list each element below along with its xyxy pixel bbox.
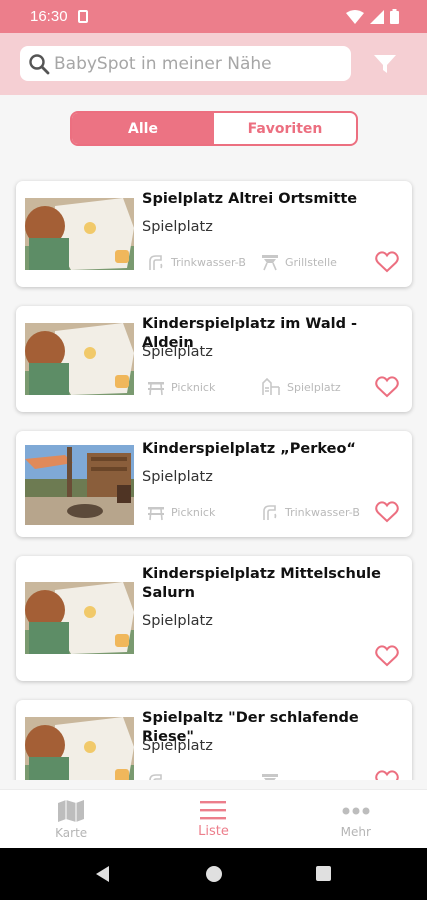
place-type: Spielplatz	[142, 738, 213, 754]
recents-icon[interactable]	[316, 866, 331, 881]
place-type: Spielplatz	[142, 219, 213, 235]
favorite-heart-icon[interactable]	[375, 376, 399, 398]
status-icons	[346, 9, 399, 24]
nav-map-label: Karte	[55, 825, 88, 840]
place-type: Spielplatz	[142, 344, 213, 360]
filter-icon	[374, 55, 396, 73]
picnic-table-icon	[148, 507, 164, 521]
feature-item: Trinkwasser-B	[261, 503, 360, 521]
place-thumbnail	[25, 198, 134, 270]
feature-item: Spielplatz	[261, 378, 341, 396]
feature-label: Trinkwasser-B	[171, 255, 246, 269]
feature-item: Trinkwasser-B	[147, 253, 246, 271]
place-title: Kinderspielplatz Mittelschule Salurn	[142, 566, 381, 601]
more-dots-icon	[342, 807, 370, 814]
feature-label: Picknick	[171, 505, 216, 519]
feature-item: Grillstelle	[261, 253, 337, 271]
nav-list-label: Liste	[198, 824, 229, 839]
feature-item	[261, 772, 279, 780]
favorite-heart-icon[interactable]	[375, 501, 399, 523]
feature-item: Picknick	[147, 503, 215, 521]
playground-icon	[262, 378, 280, 395]
feature-label: Grillstelle	[285, 255, 337, 269]
status-bar: 16:30	[0, 0, 427, 33]
place-type: Spielplatz	[142, 613, 213, 629]
home-icon[interactable]	[206, 866, 222, 882]
place-title: Kinderspielplatz „Perkeo“	[142, 441, 356, 457]
feature-label: Spielplatz	[287, 380, 341, 394]
place-card[interactable]: Kinderspielplatz im Wald - Aldein Spielp…	[16, 306, 412, 412]
place-card[interactable]: Kinderspielplatz Mittelschule Salurn Spi…	[16, 556, 412, 681]
place-title: Spielplatz Altrei Ortsmitte	[142, 191, 358, 207]
map-icon	[58, 799, 85, 822]
back-icon[interactable]	[96, 866, 109, 882]
list-menu-icon	[200, 801, 227, 820]
signal-icon	[370, 9, 384, 24]
place-card[interactable]: Spielpaltz "Der schlafende Riese" Spielp…	[16, 700, 412, 780]
wifi-icon	[346, 9, 364, 24]
tab-favorites[interactable]: Favoriten	[214, 113, 356, 144]
place-list: Spielplatz Altrei Ortsmitte Spielplatz T…	[0, 160, 427, 780]
favorite-heart-icon[interactable]	[375, 770, 399, 780]
grill-icon	[262, 255, 278, 271]
water-tap-icon	[149, 255, 163, 270]
tab-all[interactable]: Alle	[72, 113, 214, 144]
place-thumbnail	[25, 445, 134, 525]
place-type: Spielplatz	[142, 469, 213, 485]
search-header	[0, 33, 427, 95]
water-tap-icon	[263, 505, 277, 520]
bottom-navigation: Karte Liste Mehr	[0, 789, 427, 848]
nav-list[interactable]: Liste	[142, 790, 284, 848]
place-thumbnail	[25, 323, 134, 395]
status-time: 16:30	[30, 8, 68, 25]
place-card[interactable]: Spielplatz Altrei Ortsmitte Spielplatz T…	[16, 181, 412, 287]
picnic-table-icon	[148, 382, 164, 396]
search-icon	[29, 53, 50, 74]
search-box[interactable]	[20, 46, 351, 81]
battery-icon	[390, 9, 399, 24]
filter-tabs: Alle Favoriten	[70, 111, 358, 146]
feature-item	[147, 772, 165, 780]
place-card[interactable]: Kinderspielplatz „Perkeo“ Spielplatz Pic…	[16, 431, 412, 537]
place-thumbnail	[25, 582, 134, 654]
favorite-heart-icon[interactable]	[375, 645, 399, 667]
filter-button[interactable]	[370, 49, 400, 79]
nav-more-label: Mehr	[340, 824, 371, 839]
search-input[interactable]	[54, 53, 344, 74]
place-thumbnail	[25, 717, 134, 780]
grill-icon	[262, 774, 278, 780]
system-navigation-bar	[0, 848, 427, 900]
feature-item: Picknick	[147, 378, 215, 396]
favorite-heart-icon[interactable]	[375, 251, 399, 273]
feature-label: Trinkwasser-B	[285, 505, 360, 519]
feature-label: Picknick	[171, 380, 216, 394]
nav-more[interactable]: Mehr	[285, 790, 427, 848]
nav-map[interactable]: Karte	[0, 790, 142, 848]
water-tap-icon	[149, 774, 162, 780]
sim-icon	[77, 10, 88, 23]
